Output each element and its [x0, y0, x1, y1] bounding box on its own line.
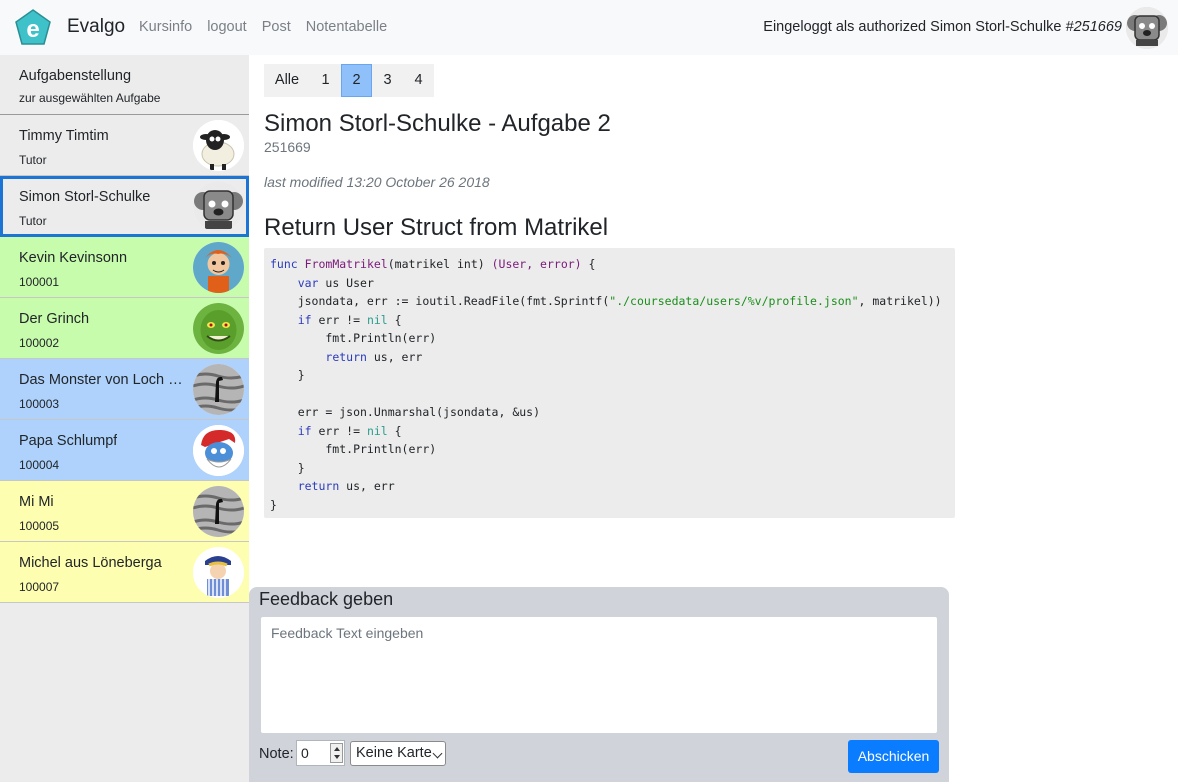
page-tab-alle[interactable]: Alle: [264, 64, 310, 97]
sidebar-item-timmy-timtim[interactable]: Timmy Timtim Tutor: [0, 115, 249, 176]
code-line: return us, err: [325, 349, 423, 364]
code-line: }: [270, 497, 277, 512]
sidebar-item-sub: 100005: [19, 519, 60, 533]
sidebar-item-das-monster-von-loch-ness[interactable]: Das Monster von Loch N... 100003: [0, 359, 249, 420]
grinch-avatar: [193, 303, 244, 354]
feedback-title: Feedback geben: [259, 589, 394, 609]
sheep-avatar: [193, 120, 244, 171]
code-line: func FromMatrikel(matrikel int) (User, e…: [270, 257, 596, 271]
sidebar-item-sub: zur ausgewählten Aufgabe: [19, 91, 161, 105]
sidebar-item-sub: Tutor: [19, 214, 47, 228]
sidebar-item-mi-mi[interactable]: Mi Mi 100005: [0, 481, 249, 542]
login-name: Eingeloggt als authorized Simon Storl-Sc…: [763, 19, 1062, 35]
code-line: var us User: [297, 275, 374, 290]
brand-name[interactable]: Evalgo: [67, 16, 125, 38]
sidebar-item-sub: Tutor: [19, 153, 47, 167]
sidebar-item-kevin-kevinsonn[interactable]: Kevin Kevinsonn 100001: [0, 237, 249, 298]
feedback-panel: Feedback geben Note: 0 Keine Karte Absch…: [249, 587, 949, 782]
page-tab-2[interactable]: 2: [341, 64, 372, 97]
card-select-value: Keine Karte: [356, 745, 432, 761]
stepper-arrows-icon[interactable]: [330, 743, 343, 763]
code-line: fmt.Println(err): [270, 331, 437, 345]
sidebar-item-label: Papa Schlumpf: [19, 433, 118, 449]
login-id: #251669: [1065, 19, 1122, 35]
loch-ness-avatar: [193, 364, 244, 415]
page-tab-4[interactable]: 4: [403, 64, 434, 97]
last-modified: last modified 13:20 October 26 2018: [264, 174, 490, 190]
sidebar-item-sub: 100001: [19, 275, 60, 289]
code-line: err = json.Unmarshal(jsondata, &us): [270, 405, 541, 419]
code-line: }: [270, 460, 305, 475]
note-value: 0: [301, 745, 309, 761]
loch-ness-avatar: [193, 486, 244, 537]
sidebar-item-label: Kevin Kevinsonn: [19, 250, 128, 266]
sidebar-item-michel-aus-loneberga[interactable]: Michel aus Löneberga 100007: [0, 542, 249, 603]
feedback-textarea[interactable]: [260, 616, 938, 734]
sidebar-item-sub: 100007: [19, 580, 60, 594]
sidebar-item-label: Timmy Timtim: [19, 128, 109, 144]
code-block: func FromMatrikel(matrikel int) (User, e…: [264, 248, 955, 518]
koala-avatar: [193, 181, 244, 232]
nav-link-post[interactable]: Post: [262, 19, 291, 35]
sidebar-item-aufgabenstellung[interactable]: Aufgabenstellung zur ausgewählten Aufgab…: [0, 55, 249, 115]
sidebar-item-sub: 100004: [19, 458, 60, 472]
nav-links: Kursinfo logout Post Notentabelle: [139, 19, 402, 35]
sidebar-item-label: Michel aus Löneberga: [19, 555, 162, 571]
sidebar: Aufgabenstellung zur ausgewählten Aufgab…: [0, 55, 249, 782]
note-label: Note:: [259, 746, 294, 762]
sidebar-item-label: Das Monster von Loch N...: [19, 372, 187, 388]
sidebar-item-sub: 100003: [19, 397, 60, 411]
login-info: Eingeloggt als authorized Simon Storl-Sc…: [763, 19, 1122, 35]
student-id: 251669: [264, 139, 311, 155]
submit-button[interactable]: Abschicken: [848, 740, 939, 773]
nav-link-notentabelle[interactable]: Notentabelle: [306, 19, 387, 35]
navbar: e Evalgo Kursinfo logout Post Notentabel…: [0, 0, 1178, 55]
note-stepper[interactable]: 0: [296, 740, 345, 766]
cartoon-boy-avatar: [193, 242, 244, 293]
code-line: if err != nil {: [297, 423, 402, 438]
sidebar-item-papa-schlumpf[interactable]: Papa Schlumpf 100004: [0, 420, 249, 481]
sidebar-item-label: Mi Mi: [19, 494, 54, 510]
chevron-down-icon: [432, 748, 443, 759]
sidebar-item-simon-storl-schulke[interactable]: Simon Storl-Schulke Tutor: [0, 176, 249, 237]
sidebar-item-label: Simon Storl-Schulke: [19, 189, 151, 205]
sidebar-item-label: Der Grinch: [19, 311, 90, 327]
code-line: jsondata, err := ioutil.ReadFile(fmt.Spr…: [270, 294, 942, 308]
michel-avatar: [193, 547, 244, 598]
page-tab-1[interactable]: 1: [310, 64, 341, 97]
nav-link-logout[interactable]: logout: [207, 19, 247, 35]
sidebar-item-der-grinch[interactable]: Der Grinch 100002: [0, 298, 249, 359]
code-line: fmt.Println(err): [270, 442, 437, 456]
code-line: return us, err: [297, 479, 395, 493]
sidebar-item-sub: 100002: [19, 336, 60, 350]
evalgo-logo-icon[interactable]: e: [14, 9, 52, 47]
page-tab-3[interactable]: 3: [372, 64, 403, 97]
svg-text:e: e: [26, 16, 39, 43]
page-tabs: Alle 1 2 3 4: [264, 64, 434, 97]
page-title: Simon Storl-Schulke - Aufgabe 2: [264, 110, 611, 137]
nav-link-kursinfo[interactable]: Kursinfo: [139, 19, 192, 35]
user-avatar[interactable]: [1126, 7, 1168, 49]
sidebar-item-label: Aufgabenstellung: [19, 68, 132, 84]
smurf-avatar: [193, 425, 244, 476]
task-title: Return User Struct from Matrikel: [264, 214, 609, 241]
code-line: if err != nil {: [297, 312, 402, 327]
code-line: }: [270, 368, 305, 382]
card-select[interactable]: Keine Karte: [350, 741, 446, 766]
